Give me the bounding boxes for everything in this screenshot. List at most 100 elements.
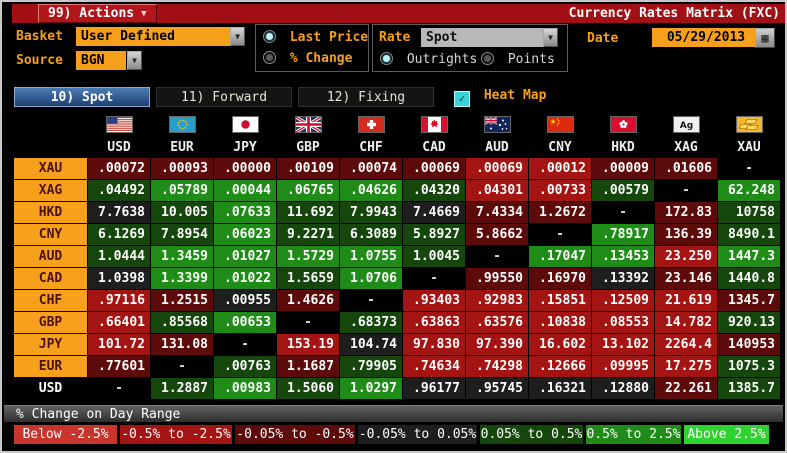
cell-aud-usd[interactable]: 1.0444 (88, 246, 150, 267)
rate-select[interactable]: Spot (421, 28, 547, 47)
cell-chf-cny[interactable]: .15851 (529, 290, 591, 311)
cell-usd-gbp[interactable]: 1.5060 (277, 378, 339, 399)
cell-cny-cad[interactable]: 5.8927 (403, 224, 465, 245)
cell-aud-aud[interactable]: - (466, 246, 528, 267)
date-field[interactable]: 05/29/2013 (652, 28, 760, 47)
cell-aud-cad[interactable]: 1.0045 (403, 246, 465, 267)
cell-chf-xau[interactable]: 1345.7 (718, 290, 780, 311)
cell-hkd-cny[interactable]: 1.2672 (529, 202, 591, 223)
cell-cny-hkd[interactable]: .78917 (592, 224, 654, 245)
cell-cad-eur[interactable]: 1.3399 (151, 268, 213, 289)
calendar-icon[interactable]: ▦ (755, 28, 775, 48)
cell-cad-hkd[interactable]: .13392 (592, 268, 654, 289)
points-radio-icon[interactable] (481, 52, 494, 65)
outrights-radio-icon[interactable] (380, 52, 393, 65)
cell-hkd-eur[interactable]: 10.005 (151, 202, 213, 223)
cell-gbp-cad[interactable]: .63863 (403, 312, 465, 333)
row-header-aud[interactable]: AUD (14, 246, 87, 267)
row-header-xag[interactable]: XAG (14, 180, 87, 201)
cell-cad-usd[interactable]: 1.0398 (88, 268, 150, 289)
cell-cny-xag[interactable]: 136.39 (655, 224, 717, 245)
cell-xau-jpy[interactable]: .00000 (214, 158, 276, 179)
cell-cny-usd[interactable]: 6.1269 (88, 224, 150, 245)
cell-eur-aud[interactable]: .74298 (466, 356, 528, 377)
outrights-option[interactable]: Outrights (380, 52, 477, 67)
cell-eur-eur[interactable]: - (151, 356, 213, 377)
cell-aud-eur[interactable]: 1.3459 (151, 246, 213, 267)
cell-chf-aud[interactable]: .92983 (466, 290, 528, 311)
cell-xau-usd[interactable]: .00072 (88, 158, 150, 179)
cell-xau-xag[interactable]: .01606 (655, 158, 717, 179)
cell-gbp-eur[interactable]: .85568 (151, 312, 213, 333)
cell-aud-xag[interactable]: 23.250 (655, 246, 717, 267)
cell-xag-chf[interactable]: .04626 (340, 180, 402, 201)
cell-hkd-aud[interactable]: 7.4334 (466, 202, 528, 223)
cell-jpy-hkd[interactable]: 13.102 (592, 334, 654, 355)
last-price-radio-icon[interactable] (263, 30, 276, 43)
cell-usd-cny[interactable]: .16321 (529, 378, 591, 399)
cell-jpy-cad[interactable]: 97.830 (403, 334, 465, 355)
cell-gbp-xau[interactable]: 920.13 (718, 312, 780, 333)
source-select[interactable]: BGN (76, 51, 126, 70)
cell-usd-jpy[interactable]: .00983 (214, 378, 276, 399)
row-header-usd[interactable]: USD (14, 378, 87, 399)
cell-xau-chf[interactable]: .00074 (340, 158, 402, 179)
cell-eur-jpy[interactable]: .00763 (214, 356, 276, 377)
cell-usd-chf[interactable]: 1.0297 (340, 378, 402, 399)
cell-gbp-aud[interactable]: .63576 (466, 312, 528, 333)
basket-dropdown-arrow-icon[interactable]: ▼ (230, 27, 245, 46)
cell-xag-eur[interactable]: .05789 (151, 180, 213, 201)
cell-jpy-cny[interactable]: 16.602 (529, 334, 591, 355)
cell-xau-gbp[interactable]: .00109 (277, 158, 339, 179)
tab-10-spot[interactable]: 10) Spot (14, 87, 150, 107)
cell-jpy-eur[interactable]: 131.08 (151, 334, 213, 355)
cell-xag-usd[interactable]: .04492 (88, 180, 150, 201)
basket-select[interactable]: User Defined (76, 27, 234, 46)
cell-hkd-gbp[interactable]: 11.692 (277, 202, 339, 223)
pct-change-option[interactable]: % Change (263, 51, 352, 66)
heatmap-toggle[interactable]: ✓ Heat Map (454, 88, 546, 107)
row-header-eur[interactable]: EUR (14, 356, 87, 377)
cell-cny-chf[interactable]: 6.3089 (340, 224, 402, 245)
row-header-cny[interactable]: CNY (14, 224, 87, 245)
cell-xag-jpy[interactable]: .00044 (214, 180, 276, 201)
row-header-hkd[interactable]: HKD (14, 202, 87, 223)
actions-menu-button[interactable]: 99) Actions ▼ (38, 4, 157, 23)
cell-cny-cny[interactable]: - (529, 224, 591, 245)
row-header-gbp[interactable]: GBP (14, 312, 87, 333)
cell-gbp-xag[interactable]: 14.782 (655, 312, 717, 333)
cell-eur-chf[interactable]: .79905 (340, 356, 402, 377)
cell-chf-chf[interactable]: - (340, 290, 402, 311)
cell-usd-xag[interactable]: 22.261 (655, 378, 717, 399)
cell-eur-usd[interactable]: .77601 (88, 356, 150, 377)
cell-hkd-cad[interactable]: 7.4669 (403, 202, 465, 223)
cell-cny-gbp[interactable]: 9.2271 (277, 224, 339, 245)
cell-aud-hkd[interactable]: .13453 (592, 246, 654, 267)
cell-chf-gbp[interactable]: 1.4626 (277, 290, 339, 311)
cell-hkd-hkd[interactable]: - (592, 202, 654, 223)
cell-xau-eur[interactable]: .00093 (151, 158, 213, 179)
cell-jpy-xau[interactable]: 140953 (718, 334, 780, 355)
cell-chf-usd[interactable]: .97116 (88, 290, 150, 311)
cell-chf-jpy[interactable]: .00955 (214, 290, 276, 311)
row-header-jpy[interactable]: JPY (14, 334, 87, 355)
cell-chf-xag[interactable]: 21.619 (655, 290, 717, 311)
cell-usd-aud[interactable]: .95745 (466, 378, 528, 399)
cell-hkd-xag[interactable]: 172.83 (655, 202, 717, 223)
cell-xag-xag[interactable]: - (655, 180, 717, 201)
tab-12-fixing[interactable]: 12) Fixing (298, 87, 434, 107)
cell-cad-xag[interactable]: 23.146 (655, 268, 717, 289)
cell-cad-aud[interactable]: .99550 (466, 268, 528, 289)
rate-dropdown-arrow-icon[interactable]: ▼ (543, 28, 558, 47)
cell-xag-aud[interactable]: .04301 (466, 180, 528, 201)
tab-11-forward[interactable]: 11) Forward (156, 87, 292, 107)
cell-cad-cad[interactable]: - (403, 268, 465, 289)
cell-eur-cad[interactable]: .74634 (403, 356, 465, 377)
cell-usd-eur[interactable]: 1.2887 (151, 378, 213, 399)
cell-eur-hkd[interactable]: .09995 (592, 356, 654, 377)
cell-cad-chf[interactable]: 1.0706 (340, 268, 402, 289)
cell-usd-xau[interactable]: 1385.7 (718, 378, 780, 399)
row-header-chf[interactable]: CHF (14, 290, 87, 311)
cell-gbp-cny[interactable]: .10838 (529, 312, 591, 333)
cell-xag-cny[interactable]: .00733 (529, 180, 591, 201)
